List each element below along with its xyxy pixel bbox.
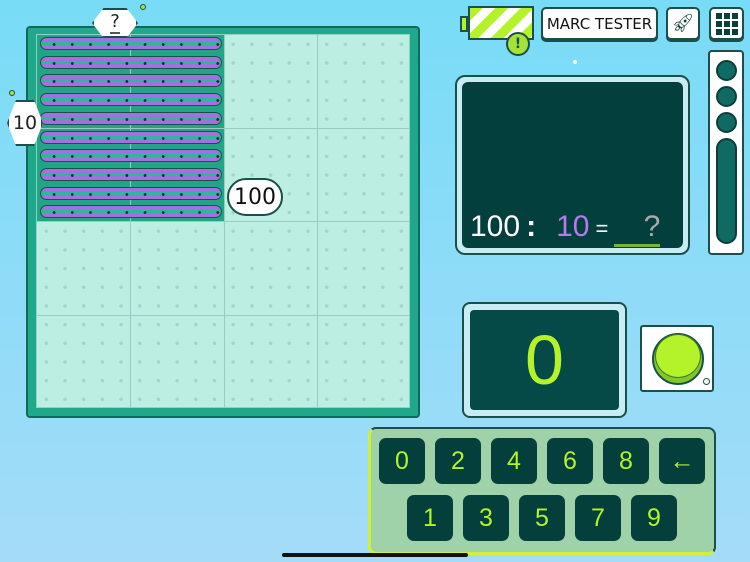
alert-badge[interactable]: ! — [506, 32, 530, 56]
backspace-icon: ← — [669, 446, 695, 475]
ten-rod[interactable] — [40, 111, 222, 125]
key-label: 3 — [479, 503, 493, 532]
key-7[interactable]: 7 — [575, 495, 621, 541]
menu-grid-button[interactable] — [709, 7, 744, 40]
alert-text: ! — [514, 36, 522, 52]
battery-terminal — [460, 16, 468, 32]
key-4[interactable]: 4 — [491, 438, 537, 484]
level-track[interactable] — [716, 138, 737, 244]
answer-slot[interactable]: ? — [614, 210, 661, 247]
hundred-board[interactable] — [26, 26, 420, 418]
ten-rod[interactable] — [40, 205, 222, 219]
backspace-key[interactable]: ← — [659, 438, 705, 484]
key-label: 1 — [423, 503, 437, 532]
ten-rod[interactable] — [40, 74, 222, 88]
ten-rod[interactable] — [40, 55, 222, 69]
division-operator: : — [526, 210, 537, 243]
key-8[interactable]: 8 — [603, 438, 649, 484]
number-keypad: 0 2 4 6 8 ← 1 3 5 7 9 — [368, 427, 716, 555]
rocket-button[interactable]: 🚀︎ — [666, 7, 700, 40]
key-5[interactable]: 5 — [519, 495, 565, 541]
key-2[interactable]: 2 — [435, 438, 481, 484]
key-1[interactable]: 1 — [407, 495, 453, 541]
ten-rod[interactable] — [40, 149, 222, 163]
page-indicator-dot — [573, 60, 577, 64]
column-count-text: ? — [110, 11, 120, 34]
product-text: 100 — [234, 184, 276, 210]
board-grid[interactable] — [36, 34, 410, 408]
key-label: 8 — [619, 446, 633, 475]
key-label: 2 — [451, 446, 465, 475]
button-cap — [655, 334, 701, 378]
level-dot[interactable] — [716, 112, 737, 133]
level-dot[interactable] — [716, 86, 737, 107]
equation: 100 : 10 = ? — [470, 210, 661, 247]
grid-line — [37, 221, 409, 222]
key-label: 6 — [563, 446, 577, 475]
key-0[interactable]: 0 — [379, 438, 425, 484]
home-indicator[interactable] — [282, 553, 468, 557]
grid-line — [37, 315, 409, 316]
antenna-icon — [140, 4, 146, 10]
row-count-text: 10 — [12, 112, 38, 134]
user-name: MARC TESTER — [546, 14, 653, 33]
level-dot[interactable] — [716, 60, 737, 81]
dividend: 100 — [470, 210, 521, 243]
display-value: 0 — [525, 321, 564, 399]
ten-rod[interactable] — [40, 130, 222, 144]
key-6[interactable]: 6 — [547, 438, 593, 484]
key-3[interactable]: 3 — [463, 495, 509, 541]
ten-rod[interactable] — [40, 186, 222, 200]
equals-sign: = — [595, 216, 609, 241]
grid-line — [37, 128, 409, 129]
rocket-icon: 🚀︎ — [671, 13, 695, 34]
key-label: 9 — [647, 503, 661, 532]
indicator-light — [703, 378, 710, 385]
ten-rod[interactable] — [40, 167, 222, 181]
key-label: 4 — [507, 446, 521, 475]
antenna-icon — [9, 90, 15, 96]
key-label: 5 — [535, 503, 549, 532]
key-label: 0 — [395, 446, 409, 475]
battery-mascot[interactable]: ! — [460, 6, 534, 56]
level-slider[interactable] — [708, 50, 744, 255]
key-9[interactable]: 9 — [631, 495, 677, 541]
answer-display: 0 — [462, 302, 627, 418]
product-bubble: 100 — [227, 178, 283, 216]
key-label: 7 — [591, 503, 605, 532]
grid-icon — [715, 12, 738, 35]
ten-rod[interactable] — [40, 37, 222, 50]
submit-button[interactable] — [640, 325, 714, 392]
ten-rod[interactable] — [40, 93, 222, 107]
user-name-button[interactable]: MARC TESTER — [541, 7, 658, 40]
divisor: 10 — [556, 210, 590, 243]
equation-board: 100 : 10 = ? — [455, 75, 690, 255]
